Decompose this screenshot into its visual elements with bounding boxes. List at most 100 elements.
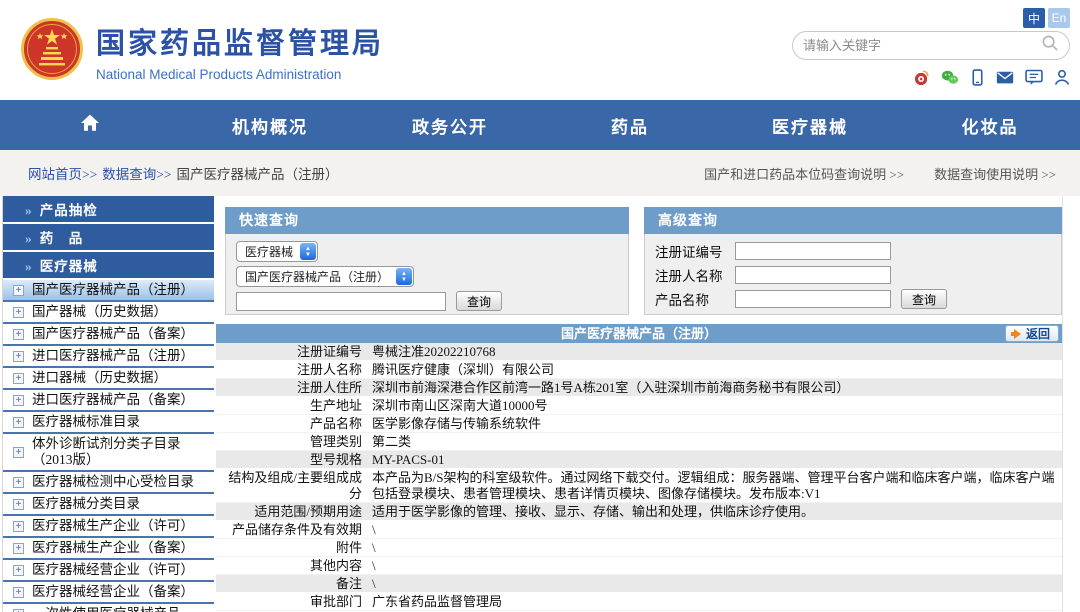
sidebar-item-label: 进口器械（历史数据） — [32, 370, 167, 386]
sidebar-item-12[interactable]: +医疗器械分类目录 — [3, 494, 214, 516]
sidebar-item-11[interactable]: + 医疗器械检测中心受检目录 — [3, 472, 214, 494]
advanced-field-row: 注册人名称 — [655, 265, 1051, 285]
mobile-icon[interactable] — [970, 69, 985, 86]
nav-item-1[interactable]: 机构概况 — [180, 113, 360, 138]
advanced-query-panel: 高级查询 注册证编号注册人名称产品名称查询 — [644, 207, 1062, 315]
weibo-icon[interactable] — [913, 69, 930, 86]
detail-table-title: 国产医疗器械产品（注册） — [561, 326, 717, 341]
expand-plus-icon: + — [13, 477, 24, 488]
expand-plus-icon: + — [13, 395, 24, 406]
advanced-query-body: 注册证编号注册人名称产品名称查询 — [644, 234, 1062, 315]
sidebar-header-2[interactable]: »医疗器械 — [3, 252, 214, 278]
mail-icon[interactable] — [996, 70, 1014, 85]
help-link[interactable]: 国产和进口药品本位码查询说明 >> — [704, 164, 904, 183]
detail-row-value: 本产品为B/S架构的科室级软件。通过网络下载交付。逻辑组成：服务器端、管理平台客… — [368, 469, 1062, 502]
expand-plus-icon: + — [13, 521, 24, 532]
detail-row-label: 附件 — [216, 539, 368, 556]
sidebar-item-15[interactable]: + 医疗器械经营企业（许可） — [3, 560, 214, 582]
sidebar-item-label: 国产医疗器械产品（注册） — [32, 282, 194, 298]
sidebar-header-label: 产品抽检 — [40, 203, 98, 218]
national-emblem-logo — [20, 17, 84, 86]
sidebar-item-9[interactable]: +医疗器械标准目录 — [3, 412, 214, 434]
sidebar-item-13[interactable]: + 医疗器械生产企业（许可） — [3, 516, 214, 538]
nav-item-2[interactable]: 政务公开 — [360, 113, 540, 138]
advanced-query-button[interactable]: 查询 — [901, 289, 947, 309]
lang-zh-button[interactable]: 中 — [1023, 8, 1045, 28]
detail-row-value: MY-PACS-01 — [368, 451, 1062, 468]
back-arrow-icon — [1014, 329, 1021, 339]
sidebar-item-7[interactable]: +进口器械（历史数据） — [3, 368, 214, 390]
sidebar-item-label: 一次性使用医疗器械产品 — [32, 606, 181, 612]
dataset-select[interactable]: 国产医疗器械产品（注册） ▲▼ — [236, 266, 414, 287]
home-icon — [80, 117, 100, 136]
content-area: »产品抽检»药 品»医疗器械+国产医疗器械产品（注册）+国产器械（历史数据）+国… — [0, 196, 1080, 612]
detail-rows: 注册证编号粤械注准20202210768注册人名称腾讯医疗健康（深圳）有限公司注… — [216, 343, 1062, 611]
advanced-field-input[interactable] — [735, 290, 891, 308]
sidebar-item-label: 进口医疗器械产品（注册） — [32, 348, 194, 364]
sidebar-header-label: 医疗器械 — [40, 259, 98, 274]
breadcrumb-link[interactable]: 数据查询 — [102, 167, 156, 182]
sidebar-item-16[interactable]: + 医疗器械经营企业（备案） — [3, 582, 214, 604]
sidebar-item-label: 医疗器械检测中心受检目录 — [32, 474, 194, 490]
site-subtitle: National Medical Products Administration — [96, 67, 384, 82]
sidebar-item-3[interactable]: +国产医疗器械产品（注册） — [3, 280, 214, 302]
nav-item-home[interactable] — [0, 114, 180, 137]
detail-row-value: 粤械注准20202210768 — [368, 343, 1062, 360]
language-switch: 中 En — [1023, 8, 1070, 28]
sidebar-header-1[interactable]: »药 品 — [3, 224, 214, 250]
sidebar-item-17[interactable]: +一次性使用医疗器械产品 — [3, 604, 214, 612]
sidebar-item-label: 医疗器械标准目录 — [32, 414, 140, 430]
site-titles: 国家药品监督管理局 National Medical Products Admi… — [96, 20, 384, 82]
advanced-query-title: 高级查询 — [644, 207, 1062, 234]
back-button[interactable]: 返回 — [1005, 325, 1059, 342]
sidebar-header-0[interactable]: »产品抽检 — [3, 196, 214, 222]
sidebar-item-10[interactable]: +体外诊断试剂分类子目录（2013版） — [3, 434, 214, 472]
expand-plus-icon: + — [13, 351, 24, 362]
advanced-field-input[interactable] — [735, 266, 891, 284]
detail-row: 注册人名称腾讯医疗健康（深圳）有限公司 — [216, 361, 1062, 379]
advanced-field-input[interactable] — [735, 242, 891, 260]
detail-row-value: \ — [368, 557, 1062, 574]
category-select-value: 医疗器械 — [245, 243, 293, 260]
sidebar-item-label: 国产医疗器械产品（备案） — [32, 326, 194, 342]
site-header: 国家药品监督管理局 National Medical Products Admi… — [0, 0, 1080, 100]
advanced-field-label: 注册人名称 — [655, 265, 735, 285]
breadcrumb-separator: >> — [156, 167, 171, 182]
detail-row: 适用范围/预期用途适用于医学影像的管理、接收、显示、存储、输出和处理，供临床诊疗… — [216, 503, 1062, 521]
breadcrumb-link[interactable]: 网站首页 — [28, 167, 82, 182]
detail-row-label: 注册证编号 — [216, 343, 368, 360]
detail-row-value: 适用于医学影像的管理、接收、显示、存储、输出和处理，供临床诊疗使用。 — [368, 503, 1062, 520]
sidebar-item-label: 医疗器械生产企业（许可） — [32, 518, 194, 534]
quick-query-button[interactable]: 查询 — [456, 291, 502, 311]
detail-row-value: 第二类 — [368, 433, 1062, 450]
nmpa-data-query-page: 国家药品监督管理局 National Medical Products Admi… — [0, 0, 1080, 612]
message-icon[interactable] — [1025, 69, 1043, 86]
search-icon[interactable] — [1041, 34, 1059, 57]
sidebar-item-label: 医疗器械生产企业（备案） — [32, 540, 194, 556]
detail-row: 生产地址深圳市南山区深南大道10000号 — [216, 397, 1062, 415]
quick-query-body: 医疗器械 ▲▼ 国产医疗器械产品（注册） ▲▼ 查询 — [225, 234, 629, 315]
lang-en-button[interactable]: En — [1048, 8, 1070, 28]
sidebar-item-6[interactable]: + 进口医疗器械产品（注册） — [3, 346, 214, 368]
search-input[interactable] — [803, 38, 1041, 53]
sidebar-item-label: 医疗器械经营企业（备案） — [32, 584, 194, 600]
expand-plus-icon: + — [13, 565, 24, 576]
nav-item-3[interactable]: 药品 — [540, 113, 720, 138]
sidebar-item-label: 医疗器械经营企业（许可） — [32, 562, 194, 578]
quick-query-input[interactable] — [236, 292, 446, 311]
nav-item-5[interactable]: 化妆品 — [900, 113, 1080, 138]
device-detail-table: 国产医疗器械产品（注册） 返回 注册证编号粤械注准20202210768注册人名… — [216, 324, 1062, 611]
expand-plus-icon: + — [13, 587, 24, 598]
sidebar-item-14[interactable]: + 医疗器械生产企业（备案） — [3, 538, 214, 560]
select-stepper-icon: ▲▼ — [396, 268, 412, 285]
sidebar-item-4[interactable]: +国产器械（历史数据） — [3, 302, 214, 324]
help-link[interactable]: 数据查询使用说明 >> — [934, 164, 1056, 183]
user-icon[interactable] — [1054, 69, 1070, 86]
wechat-icon[interactable] — [941, 69, 959, 86]
sidebar-item-8[interactable]: +进口医疗器械产品（备案） — [3, 390, 214, 412]
expand-plus-icon: + — [13, 543, 24, 554]
detail-row: 产品储存条件及有效期\ — [216, 521, 1062, 539]
category-select[interactable]: 医疗器械 ▲▼ — [236, 241, 318, 262]
sidebar-item-5[interactable]: +国产医疗器械产品（备案） — [3, 324, 214, 346]
nav-item-4[interactable]: 医疗器械 — [720, 113, 900, 138]
